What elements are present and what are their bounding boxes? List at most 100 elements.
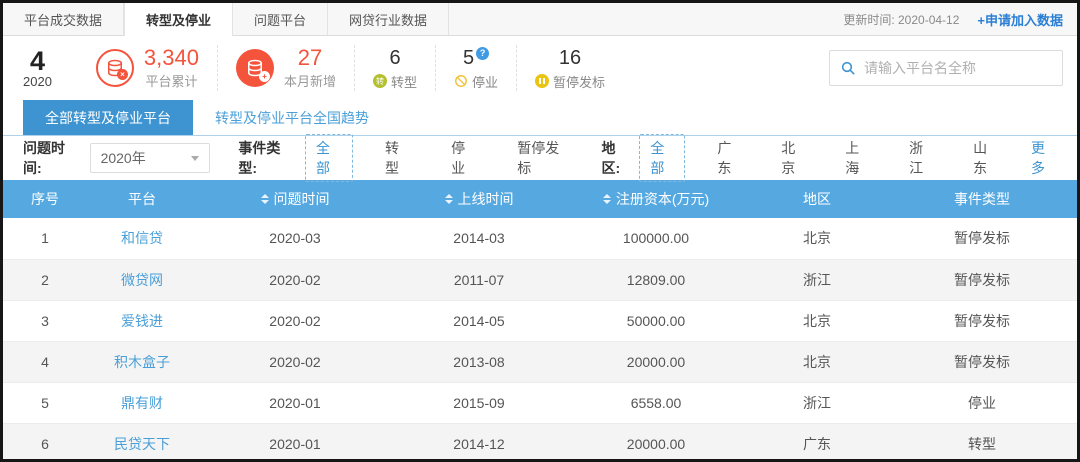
subtab-all-platforms[interactable]: 全部转型及停业平台 [23, 100, 193, 135]
cell-event-type: 暂停发标 [887, 341, 1077, 382]
cell-capital: 20000.00 [565, 423, 747, 462]
top-nav: 平台成交数据 转型及停业 问题平台 网贷行业数据 更新时间: 2020-04-1… [3, 3, 1077, 36]
stat-transform-value: 6 [373, 46, 417, 70]
cell-online-time: 2013-08 [393, 341, 565, 382]
region-option-shandong[interactable]: 山东 [965, 135, 1005, 181]
header-registered-capital[interactable]: 注册资本(万元) [565, 180, 747, 218]
cell-capital: 20000.00 [565, 341, 747, 382]
region-option-shanghai[interactable]: 上海 [837, 135, 877, 181]
question-badge-icon[interactable]: ? [476, 47, 489, 60]
platforms-table: 序号 平台 问题时间 上线时间 注册资本(万元) 地区 事件类型 1 和信贷 2… [3, 180, 1077, 462]
stat-closed-value: 5 [463, 47, 474, 69]
stat-current-month: 4 2020 [23, 48, 52, 89]
cell-issue-time: 2020-02 [197, 259, 393, 300]
cell-index: 1 [3, 218, 87, 259]
stat-closed: 5? 停业 [435, 45, 516, 91]
apply-join-data-link[interactable]: +申请加入数据 [977, 10, 1063, 29]
event-option-transform[interactable]: 转型 [377, 135, 419, 181]
issue-time-selected-value: 2020年 [101, 148, 146, 168]
cell-event-type: 暂停发标 [887, 218, 1077, 259]
update-time: 更新时间: 2020-04-12 [843, 11, 959, 28]
issue-time-select[interactable]: 2020年 [90, 143, 211, 173]
stat-paused: 16 暂停发标 [516, 45, 623, 91]
cell-index: 6 [3, 423, 87, 462]
cell-capital: 12809.00 [565, 259, 747, 300]
x-badge-icon: × [117, 69, 128, 80]
header-platform: 平台 [87, 180, 197, 218]
event-option-paused[interactable]: 暂停发标 [509, 135, 577, 181]
cell-event-type: 暂停发标 [887, 300, 1077, 341]
cell-online-time: 2011-07 [393, 259, 565, 300]
stat-year-value: 2020 [23, 74, 52, 89]
sort-icon[interactable] [445, 194, 453, 204]
stat-transform-label: 转型 [391, 72, 417, 91]
pause-icon [535, 74, 549, 88]
plus-badge-icon: + [259, 71, 270, 82]
chevron-down-icon [191, 156, 199, 161]
table-row: 6 民贷天下 2020-01 2014-12 20000.00 广东 转型 [3, 423, 1077, 462]
database-plus-icon: + [236, 49, 274, 87]
cell-issue-time: 2020-03 [197, 218, 393, 259]
table-row: 3 爱钱进 2020-02 2014-05 50000.00 北京 暂停发标 [3, 300, 1077, 341]
event-type-filter-label: 事件类型: [238, 138, 295, 178]
sub-tabs: 全部转型及停业平台 转型及停业平台全国趋势 [3, 100, 1077, 136]
cell-index: 5 [3, 382, 87, 423]
nav-tab-problem-platforms[interactable]: 问题平台 [233, 3, 328, 35]
header-online-time[interactable]: 上线时间 [393, 180, 565, 218]
platform-link[interactable]: 积木盒子 [87, 341, 197, 382]
platform-link[interactable]: 和信贷 [87, 218, 197, 259]
cell-issue-time: 2020-01 [197, 423, 393, 462]
platform-link[interactable]: 爱钱进 [87, 300, 197, 341]
header-event-type: 事件类型 [887, 180, 1077, 218]
region-option-beijing[interactable]: 北京 [773, 135, 813, 181]
cell-online-time: 2015-09 [393, 382, 565, 423]
region-filter-label: 地区: [601, 138, 629, 178]
region-more-link[interactable]: 更多 [1029, 135, 1057, 181]
table-row: 4 积木盒子 2020-02 2013-08 20000.00 北京 暂停发标 [3, 341, 1077, 382]
nav-tab-deal-data[interactable]: 平台成交数据 [3, 3, 124, 35]
cell-region: 北京 [747, 300, 887, 341]
event-option-closed[interactable]: 停业 [443, 135, 485, 181]
table-row: 5 鼎有财 2020-01 2015-09 6558.00 浙江 停业 [3, 382, 1077, 423]
issue-time-filter-label: 问题时间: [23, 138, 80, 178]
stat-total-value: 3,340 [144, 46, 199, 70]
region-option-all[interactable]: 全部 [639, 134, 685, 182]
header-region: 地区 [747, 180, 887, 218]
sort-icon[interactable] [261, 194, 269, 204]
platform-link[interactable]: 微贷网 [87, 259, 197, 300]
cell-region: 浙江 [747, 382, 887, 423]
region-option-zhejiang[interactable]: 浙江 [901, 135, 941, 181]
cell-region: 浙江 [747, 259, 887, 300]
cell-index: 2 [3, 259, 87, 300]
stat-closed-label: 停业 [472, 72, 498, 91]
cell-capital: 50000.00 [565, 300, 747, 341]
platform-link[interactable]: 民贷天下 [87, 423, 197, 462]
cell-event-type: 停业 [887, 382, 1077, 423]
stat-total-label: 平台累计 [144, 71, 199, 90]
sort-icon[interactable] [603, 194, 611, 204]
stat-paused-value: 16 [535, 46, 605, 70]
transform-badge-icon: 转 [373, 74, 387, 88]
search-input[interactable] [864, 60, 1052, 76]
stat-paused-label: 暂停发标 [553, 72, 605, 91]
nav-tab-transform-closure[interactable]: 转型及停业 [124, 3, 233, 36]
ban-icon [454, 74, 468, 88]
cell-index: 4 [3, 341, 87, 382]
platform-search-box[interactable] [829, 50, 1063, 86]
cell-capital: 6558.00 [565, 382, 747, 423]
stat-month-value: 4 [23, 48, 52, 74]
nav-tab-industry-data[interactable]: 网贷行业数据 [328, 3, 449, 35]
app-window: 平台成交数据 转型及停业 问题平台 网贷行业数据 更新时间: 2020-04-1… [0, 0, 1080, 462]
stat-new-label: 本月新增 [284, 71, 336, 90]
header-index: 序号 [3, 180, 87, 218]
region-option-guangdong[interactable]: 广东 [709, 135, 749, 181]
stats-bar: 4 2020 × 3,340 平台累计 [3, 36, 1077, 100]
cell-issue-time: 2020-02 [197, 300, 393, 341]
stat-new-value: 27 [284, 46, 336, 70]
cell-online-time: 2014-05 [393, 300, 565, 341]
stat-transform: 6 转 转型 [354, 45, 435, 91]
subtab-national-trend[interactable]: 转型及停业平台全国趋势 [193, 100, 391, 135]
event-option-all[interactable]: 全部 [305, 134, 353, 182]
header-issue-time[interactable]: 问题时间 [197, 180, 393, 218]
platform-link[interactable]: 鼎有财 [87, 382, 197, 423]
